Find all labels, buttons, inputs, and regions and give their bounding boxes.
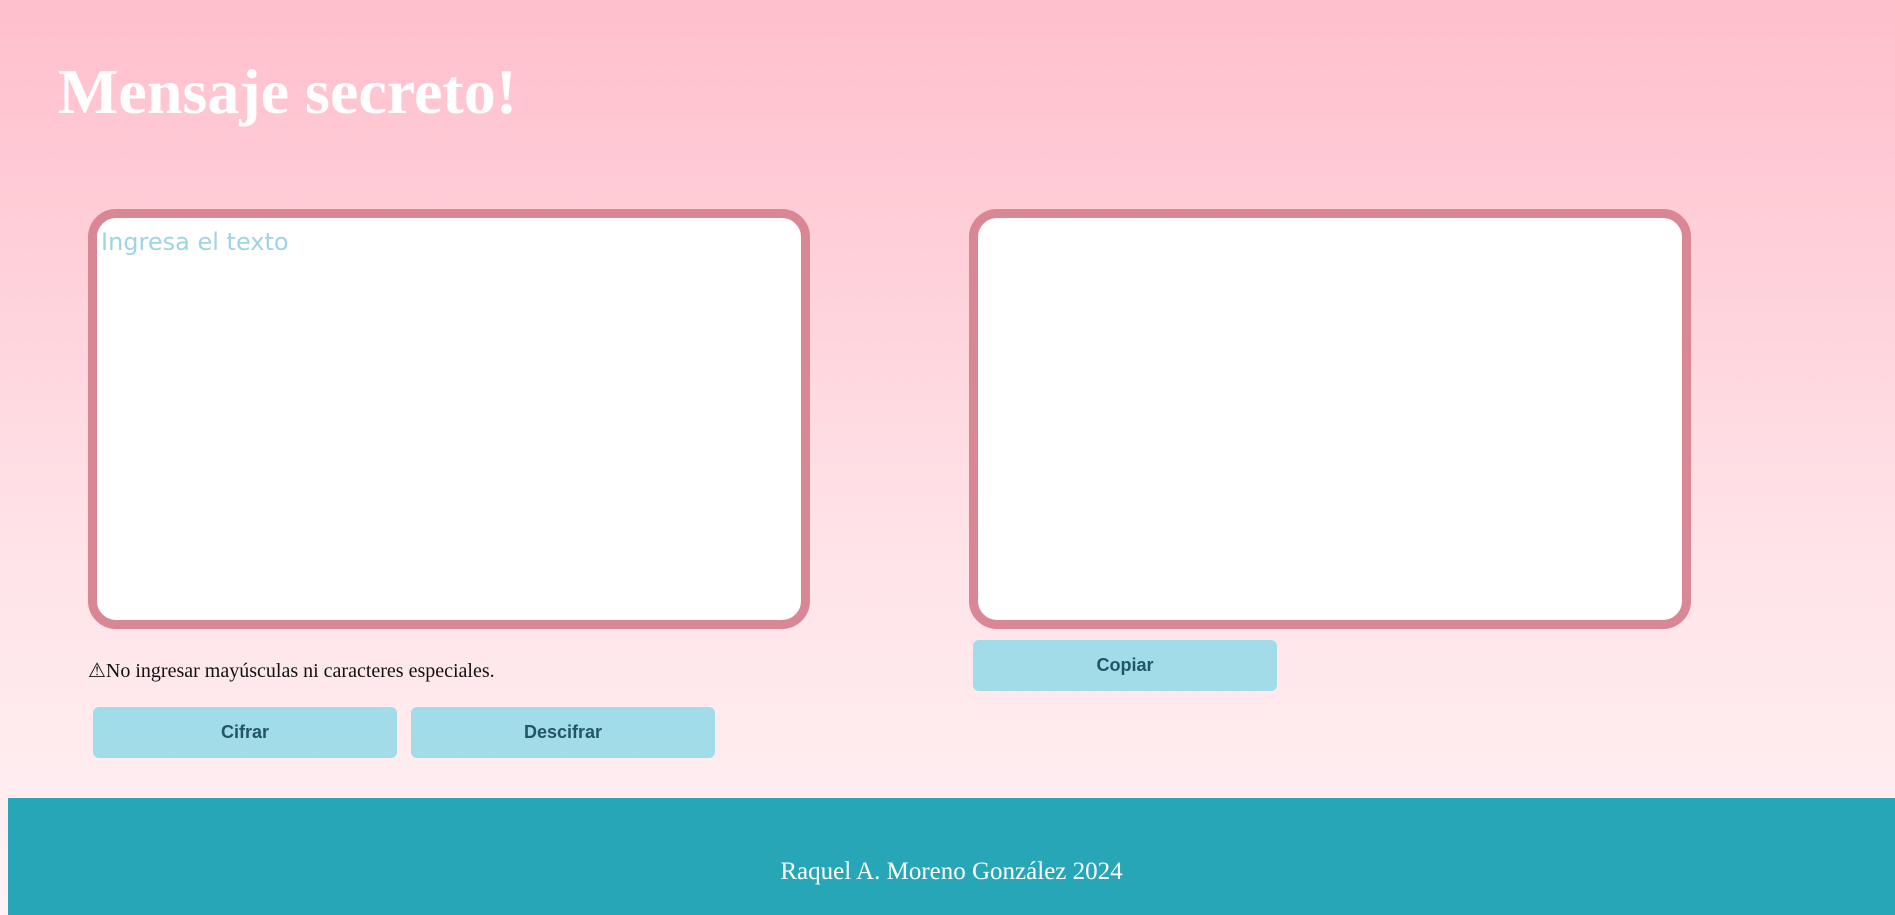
copy-button[interactable]: Copiar <box>973 640 1277 691</box>
footer-credit: Raquel A. Moreno González 2024 <box>780 858 1123 885</box>
encrypt-button[interactable]: Cifrar <box>93 707 397 758</box>
footer <box>8 798 1895 915</box>
input-text-area[interactable] <box>88 209 810 629</box>
warning-message: ⚠No ingresar mayúsculas ni caracteres es… <box>88 660 495 682</box>
page-title: Mensaje secreto! <box>58 56 518 127</box>
decrypt-button[interactable]: Descifrar <box>411 707 715 758</box>
output-text-area[interactable] <box>969 209 1691 629</box>
